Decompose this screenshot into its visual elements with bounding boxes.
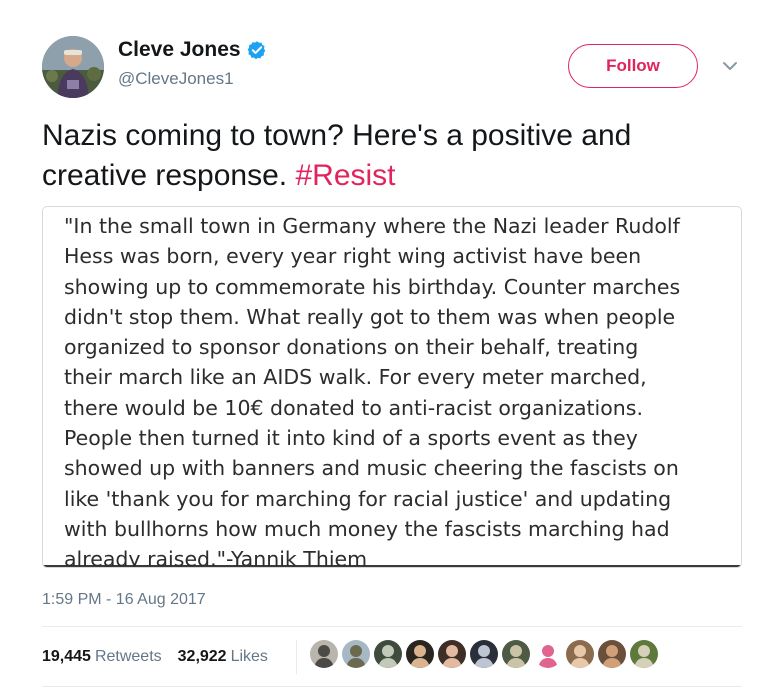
tweet-media-image[interactable]: "In the small town in Germany where the … [42, 206, 742, 568]
tweet-text: Nazis coming to town? Here's a positive … [42, 116, 742, 196]
liker-avatar[interactable] [470, 640, 498, 668]
tweet-stats: 19,445 Retweets 32,922 Likes [42, 648, 284, 666]
follow-button[interactable]: Follow [568, 44, 698, 88]
liker-avatar[interactable] [630, 640, 658, 668]
retweets-label: Retweets [94, 648, 162, 665]
likes-count: 32,922 [177, 648, 227, 665]
liker-avatar[interactable] [502, 640, 530, 668]
liker-avatar[interactable] [342, 640, 370, 668]
liker-avatar[interactable] [438, 640, 466, 668]
author-handle[interactable]: @CleveJones1 [118, 69, 234, 89]
divider [42, 626, 742, 627]
liker-avatar[interactable] [406, 640, 434, 668]
liker-avatar[interactable] [598, 640, 626, 668]
divider [42, 686, 742, 687]
avatar[interactable] [42, 36, 104, 98]
verified-badge-icon [247, 40, 267, 60]
quoted-text: "In the small town in Germany where the … [64, 214, 681, 568]
author-name-row: Cleve Jones [118, 38, 267, 62]
liker-avatars [310, 640, 658, 668]
likes-label: Likes [230, 648, 268, 665]
stats-separator [296, 640, 297, 674]
liker-avatar[interactable] [534, 640, 562, 668]
tweet-timestamp[interactable]: 1:59 PM - 16 Aug 2017 [42, 591, 206, 609]
liker-avatar[interactable] [566, 640, 594, 668]
likes-stat[interactable]: 32,922 Likes [178, 648, 268, 666]
retweets-stat[interactable]: 19,445 Retweets [42, 648, 162, 666]
liker-avatar[interactable] [310, 640, 338, 668]
liker-avatar[interactable] [374, 640, 402, 668]
media-screenshot: "In the small town in Germany where the … [43, 207, 741, 567]
retweets-count: 19,445 [42, 648, 91, 665]
hashtag-link[interactable]: #Resist [295, 159, 395, 192]
chevron-down-icon[interactable] [722, 60, 738, 72]
author-display-name[interactable]: Cleve Jones [118, 38, 241, 62]
tweet-card: Cleve Jones @CleveJones1 Follow Nazis co… [0, 0, 780, 693]
